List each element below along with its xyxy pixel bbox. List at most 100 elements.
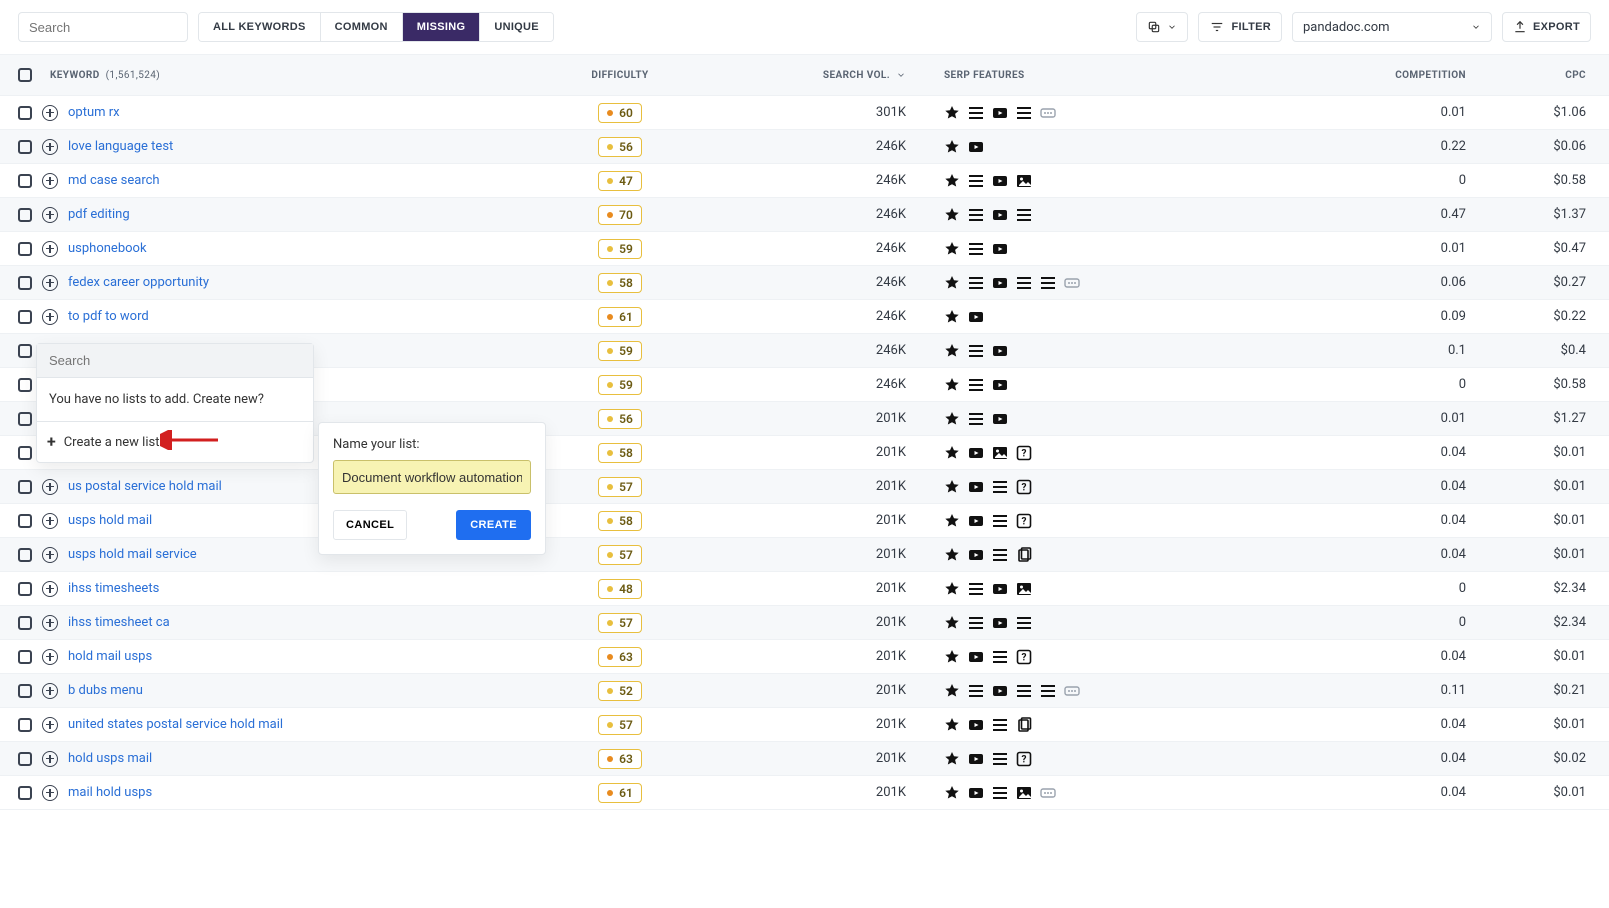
keyword-link[interactable]: mail hold usps xyxy=(68,785,152,800)
add-to-list-icon[interactable] xyxy=(42,785,58,801)
serp-features xyxy=(944,445,1286,461)
select-all-checkbox[interactable] xyxy=(18,68,32,82)
tab-missing[interactable]: MISSING xyxy=(403,13,481,41)
add-to-list-icon[interactable] xyxy=(42,309,58,325)
add-to-list-icon[interactable] xyxy=(42,139,58,155)
row-checkbox[interactable] xyxy=(18,378,32,392)
row-checkbox[interactable] xyxy=(18,548,32,562)
star-icon xyxy=(944,581,960,597)
col-keyword[interactable]: KEYWORD (1,561,524) xyxy=(0,68,520,82)
row-checkbox[interactable] xyxy=(18,480,32,494)
col-cpc[interactable]: CPC xyxy=(1480,70,1600,81)
cpc-value: $0.58 xyxy=(1480,173,1600,188)
row-checkbox[interactable] xyxy=(18,344,32,358)
add-to-list-icon[interactable] xyxy=(42,683,58,699)
row-checkbox[interactable] xyxy=(18,752,32,766)
cancel-button[interactable]: CANCEL xyxy=(333,510,407,540)
row-checkbox[interactable] xyxy=(18,174,32,188)
row-checkbox[interactable] xyxy=(18,684,32,698)
create-list-name-input[interactable] xyxy=(333,460,531,494)
list-icon xyxy=(1016,275,1032,291)
star-icon xyxy=(944,411,960,427)
add-to-list-icon[interactable] xyxy=(42,479,58,495)
row-checkbox[interactable] xyxy=(18,310,32,324)
keyword-link[interactable]: ihss timesheets xyxy=(68,581,159,596)
domain-select[interactable]: pandadoc.com xyxy=(1292,12,1492,42)
col-serp[interactable]: SERP FEATURES xyxy=(920,70,1300,81)
keyword-link[interactable]: hold mail usps xyxy=(68,649,152,664)
search-volume: 201K xyxy=(720,751,920,766)
add-to-list-icon[interactable] xyxy=(42,751,58,767)
add-to-list-icon[interactable] xyxy=(42,241,58,257)
add-to-list-icon[interactable] xyxy=(42,173,58,189)
tab-unique[interactable]: UNIQUE xyxy=(480,13,553,41)
video-icon xyxy=(968,649,984,665)
add-to-list-icon[interactable] xyxy=(42,513,58,529)
row-checkbox[interactable] xyxy=(18,650,32,664)
row-checkbox[interactable] xyxy=(18,140,32,154)
row-checkbox[interactable] xyxy=(18,276,32,290)
keyword-link[interactable]: usphonebook xyxy=(68,241,147,256)
list-icon xyxy=(968,343,984,359)
add-to-list-icon[interactable] xyxy=(42,649,58,665)
video-icon xyxy=(992,105,1008,121)
add-to-list-icon[interactable] xyxy=(42,615,58,631)
add-to-list-icon[interactable] xyxy=(42,717,58,733)
difficulty-pill: 63 xyxy=(598,749,642,769)
star-icon xyxy=(944,445,960,461)
col-search-vol[interactable]: SEARCH VOL. xyxy=(720,70,920,81)
serp-features xyxy=(944,343,1286,359)
star-icon xyxy=(944,377,960,393)
row-checkbox[interactable] xyxy=(18,786,32,800)
keyword-link[interactable]: optum rx xyxy=(68,105,120,120)
add-to-list-icon[interactable] xyxy=(42,581,58,597)
video-icon xyxy=(968,479,984,495)
tab-all-keywords[interactable]: ALL KEYWORDS xyxy=(199,13,321,41)
row-checkbox[interactable] xyxy=(18,446,32,460)
keyword-link[interactable]: usps hold mail service xyxy=(68,547,197,562)
filter-button[interactable]: FILTER xyxy=(1198,12,1281,42)
copy-dropdown-button[interactable] xyxy=(1136,12,1188,42)
add-to-list-icon[interactable] xyxy=(42,105,58,121)
col-difficulty[interactable]: DIFFICULTY xyxy=(520,70,720,81)
serp-features xyxy=(944,479,1286,495)
popup-list-search-row xyxy=(37,344,313,378)
row-checkbox[interactable] xyxy=(18,242,32,256)
keyword-link[interactable]: pdf editing xyxy=(68,207,130,222)
row-checkbox[interactable] xyxy=(18,616,32,630)
keyword-link[interactable]: usps hold mail xyxy=(68,513,152,528)
keyword-link[interactable]: b dubs menu xyxy=(68,683,143,698)
keyword-search-input[interactable] xyxy=(27,19,207,36)
col-competition[interactable]: COMPETITION xyxy=(1300,70,1480,81)
create-button[interactable]: CREATE xyxy=(456,510,531,540)
keyword-link[interactable]: ihss timesheet ca xyxy=(68,615,170,630)
keyword-link[interactable]: hold usps mail xyxy=(68,751,152,766)
export-button[interactable]: EXPORT xyxy=(1502,12,1591,42)
faq-icon xyxy=(1016,751,1032,767)
keyword-search-box[interactable] xyxy=(18,12,188,42)
tab-common[interactable]: COMMON xyxy=(321,13,403,41)
row-checkbox[interactable] xyxy=(18,718,32,732)
cpc-value: $0.01 xyxy=(1480,547,1600,562)
add-to-list-icon[interactable] xyxy=(42,275,58,291)
difficulty-pill: 61 xyxy=(598,307,642,327)
popup-list-search-input[interactable] xyxy=(47,352,303,369)
keyword-link[interactable]: md case search xyxy=(68,173,160,188)
competition-value: 0.04 xyxy=(1300,445,1480,460)
row-checkbox[interactable] xyxy=(18,208,32,222)
create-new-list-row[interactable]: + Create a new list xyxy=(37,422,313,462)
keyword-link[interactable]: united states postal service hold mail xyxy=(68,717,283,732)
row-checkbox[interactable] xyxy=(18,412,32,426)
row-checkbox[interactable] xyxy=(18,514,32,528)
add-to-list-icon[interactable] xyxy=(42,207,58,223)
competition-value: 0.01 xyxy=(1300,241,1480,256)
search-volume: 246K xyxy=(720,343,920,358)
keyword-link[interactable]: us postal service hold mail xyxy=(68,479,222,494)
keyword-link[interactable]: to pdf to word xyxy=(68,309,149,324)
row-checkbox[interactable] xyxy=(18,106,32,120)
keyword-link[interactable]: fedex career opportunity xyxy=(68,275,209,290)
add-to-list-icon[interactable] xyxy=(42,547,58,563)
row-checkbox[interactable] xyxy=(18,582,32,596)
keyword-link[interactable]: love language test xyxy=(68,139,173,154)
table-row: to pdf to word61246K0.09$0.22 xyxy=(0,300,1609,334)
